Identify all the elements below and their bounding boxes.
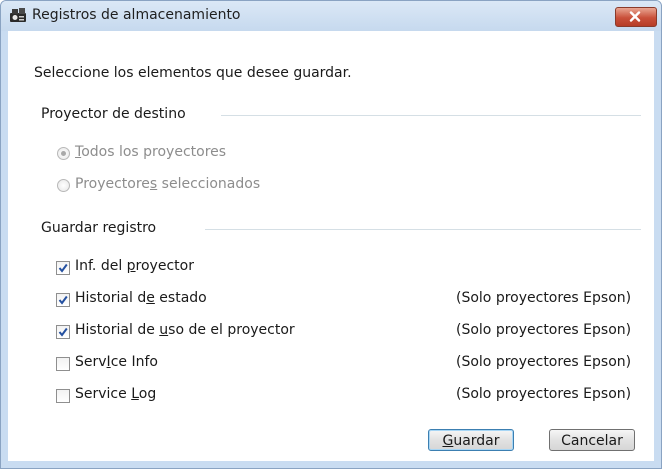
cancel-button[interactable]: Cancelar bbox=[549, 429, 635, 451]
close-button[interactable] bbox=[615, 7, 657, 27]
dialog-window: Registros de almacenamiento Seleccione l… bbox=[0, 0, 662, 469]
dialog-body: Seleccione los elementos que desee guard… bbox=[8, 31, 654, 461]
checkbox-service-info[interactable] bbox=[56, 357, 70, 371]
epson-only-note: (Solo proyectores Epson) bbox=[456, 322, 632, 338]
projector-log-icon bbox=[10, 8, 26, 22]
checkmark-icon bbox=[58, 327, 68, 337]
close-icon bbox=[629, 11, 641, 22]
checkbox-service-log[interactable] bbox=[56, 389, 70, 403]
checkbox-status-history[interactable] bbox=[56, 293, 70, 307]
checkmark-icon bbox=[58, 295, 68, 305]
label-status-history[interactable]: Historial de estado bbox=[75, 290, 207, 306]
title-bar[interactable]: Registros de almacenamiento bbox=[1, 1, 661, 31]
group-divider bbox=[205, 229, 641, 230]
save-button[interactable]: Guardar bbox=[428, 429, 514, 451]
window-title: Registros de almacenamiento bbox=[32, 7, 241, 23]
instruction-text: Seleccione los elementos que desee guard… bbox=[34, 65, 352, 81]
checkbox-projector-info[interactable] bbox=[56, 261, 70, 275]
epson-only-note: (Solo proyectores Epson) bbox=[456, 290, 632, 306]
label-selected-projectors[interactable]: Proyectores seleccionados bbox=[75, 176, 260, 192]
epson-only-note: (Solo proyectores Epson) bbox=[456, 386, 632, 402]
radio-all-projectors[interactable] bbox=[57, 147, 70, 160]
label-service-info[interactable]: ServIce Info bbox=[75, 354, 158, 370]
label-usage-history[interactable]: Historial de uso de el proyector bbox=[75, 322, 295, 338]
label-all-projectors[interactable]: Todos los proyectores bbox=[75, 144, 226, 160]
radio-selected-projectors[interactable] bbox=[57, 179, 70, 192]
target-group-title: Proyector de destino bbox=[41, 106, 186, 122]
checkmark-icon bbox=[58, 263, 68, 273]
label-service-log[interactable]: Service Log bbox=[75, 386, 156, 402]
epson-only-note: (Solo proyectores Epson) bbox=[456, 354, 632, 370]
group-divider bbox=[221, 115, 641, 116]
checkbox-usage-history[interactable] bbox=[56, 325, 70, 339]
label-projector-info[interactable]: Inf. del proyector bbox=[75, 258, 194, 274]
log-group-title: Guardar registro bbox=[41, 220, 157, 236]
